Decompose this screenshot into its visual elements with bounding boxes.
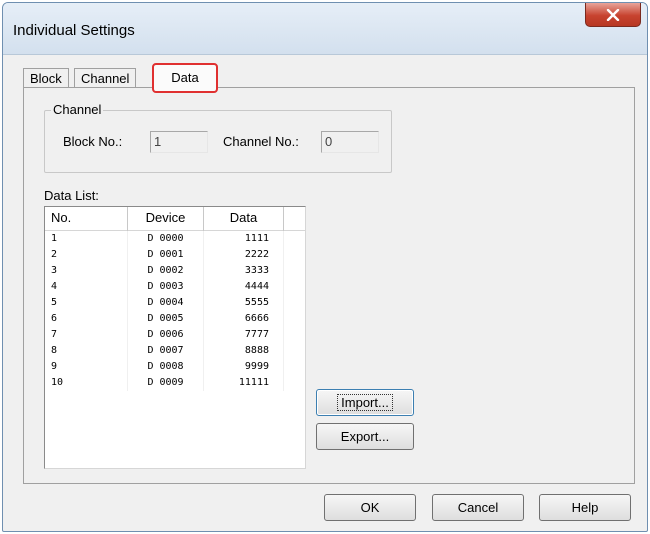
cell-device: D 0005 xyxy=(128,311,204,327)
channel-group-legend: Channel xyxy=(51,102,104,117)
column-header-data[interactable]: Data xyxy=(204,207,284,231)
cell-device: D 0008 xyxy=(128,359,204,375)
table-row[interactable]: 3 D 0002 3333 xyxy=(45,263,305,279)
title-bar[interactable]: Individual Settings xyxy=(3,3,647,55)
cell-no: 8 xyxy=(45,343,128,359)
cell-data: 2222 xyxy=(204,247,284,263)
cell-device: D 0006 xyxy=(128,327,204,343)
block-no-label: Block No.: xyxy=(63,134,123,149)
cell-device: D 0004 xyxy=(128,295,204,311)
data-list[interactable]: No. Device Data 1 D 0000 1111 2 D 0001 2… xyxy=(44,206,306,469)
data-list-body: 1 D 0000 1111 2 D 0001 2222 3 D 0002 333… xyxy=(45,231,305,391)
table-row[interactable]: 8 D 0007 8888 xyxy=(45,343,305,359)
import-button-label: Import... xyxy=(337,394,393,411)
cell-data: 5555 xyxy=(204,295,284,311)
cell-device: D 0007 xyxy=(128,343,204,359)
table-row[interactable]: 1 D 0000 1111 xyxy=(45,231,305,247)
close-button[interactable] xyxy=(585,3,641,27)
channel-groupbox: Channel Block No.: 1 Channel No.: 0 xyxy=(44,102,392,173)
cell-data: 3333 xyxy=(204,263,284,279)
cell-device: D 0002 xyxy=(128,263,204,279)
column-header-device[interactable]: Device xyxy=(128,207,204,231)
cell-data: 1111 xyxy=(204,231,284,247)
cell-data: 7777 xyxy=(204,327,284,343)
cell-no: 2 xyxy=(45,247,128,263)
cell-no: 3 xyxy=(45,263,128,279)
cell-device: D 0001 xyxy=(128,247,204,263)
cell-no: 6 xyxy=(45,311,128,327)
channel-no-label: Channel No.: xyxy=(223,134,299,149)
data-list-header: No. Device Data xyxy=(45,207,305,231)
table-row[interactable]: 7 D 0006 7777 xyxy=(45,327,305,343)
table-row[interactable]: 9 D 0008 9999 xyxy=(45,359,305,375)
channel-no-field: 0 xyxy=(321,131,379,153)
cell-device: D 0009 xyxy=(128,375,204,391)
table-row[interactable]: 10 D 0009 11111 xyxy=(45,375,305,391)
data-tab-panel: Channel Block No.: 1 Channel No.: 0 Data… xyxy=(23,87,635,484)
help-button[interactable]: Help xyxy=(539,494,631,521)
cell-data: 9999 xyxy=(204,359,284,375)
cell-device: D 0003 xyxy=(128,279,204,295)
individual-settings-dialog: Individual Settings Block Channel Data C… xyxy=(2,2,648,532)
cell-data: 6666 xyxy=(204,311,284,327)
cell-data: 11111 xyxy=(204,375,284,391)
table-row[interactable]: 4 D 0003 4444 xyxy=(45,279,305,295)
block-no-field: 1 xyxy=(150,131,208,153)
column-header-no[interactable]: No. xyxy=(45,207,128,231)
cell-no: 4 xyxy=(45,279,128,295)
cell-no: 1 xyxy=(45,231,128,247)
cell-data: 4444 xyxy=(204,279,284,295)
cell-no: 7 xyxy=(45,327,128,343)
close-icon xyxy=(606,8,620,21)
ok-button[interactable]: OK xyxy=(324,494,416,521)
data-list-label: Data List: xyxy=(44,188,99,203)
cell-no: 5 xyxy=(45,295,128,311)
table-row[interactable]: 6 D 0005 6666 xyxy=(45,311,305,327)
table-row[interactable]: 5 D 0004 5555 xyxy=(45,295,305,311)
dialog-client: Block Channel Data Channel Block No.: 1 … xyxy=(11,56,639,526)
cell-data: 8888 xyxy=(204,343,284,359)
table-row[interactable]: 2 D 0001 2222 xyxy=(45,247,305,263)
export-button[interactable]: Export... xyxy=(316,423,414,450)
tab-data[interactable]: Data xyxy=(152,63,218,93)
import-button[interactable]: Import... xyxy=(316,389,414,416)
window-title: Individual Settings xyxy=(13,22,135,39)
cell-no: 10 xyxy=(45,375,128,391)
cancel-button[interactable]: Cancel xyxy=(432,494,524,521)
column-header-blank xyxy=(284,207,305,231)
cell-device: D 0000 xyxy=(128,231,204,247)
cell-no: 9 xyxy=(45,359,128,375)
export-button-label: Export... xyxy=(340,429,390,444)
